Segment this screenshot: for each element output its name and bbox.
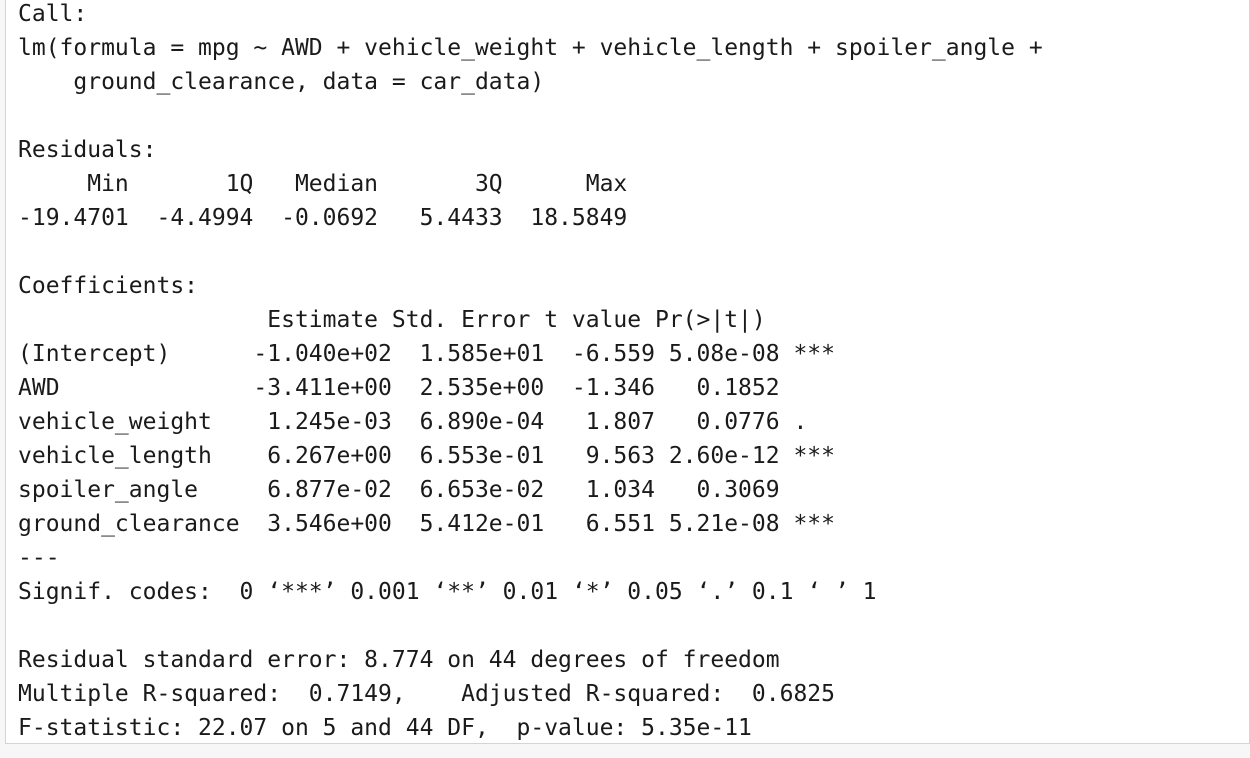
- coefficients-header: Coefficients:: [18, 273, 199, 299]
- coefficients-column-headers: Estimate Std. Error t value Pr(>|t|): [18, 307, 822, 333]
- call-formula-line-1: lm(formula = mpg ~ AWD + vehicle_weight …: [18, 35, 1057, 61]
- call-header: Call:: [18, 1, 88, 27]
- regression-summary-output: Call: lm(formula = mpg ~ AWD + vehicle_we…: [18, 0, 1057, 743]
- coefficient-row-spoiler-angle: spoiler_angle 6.877e-02 6.653e-02 1.034 …: [18, 477, 835, 503]
- r-squared-line: Multiple R-squared: 0.7149, Adjusted R-s…: [18, 681, 849, 707]
- coefficient-row-intercept: (Intercept) -1.040e+02 1.585e+01 -6.559 …: [18, 341, 835, 367]
- residuals-column-headers: Min 1Q Median 3Q Max: [18, 171, 642, 197]
- coefficient-row-ground-clearance: ground_clearance 3.546e+00 5.412e-01 6.5…: [18, 511, 835, 537]
- residuals-values: -19.4701 -4.4994 -0.0692 5.4433 18.5849: [18, 205, 642, 231]
- separator-line: ---: [18, 545, 60, 571]
- coefficient-row-vehicle-length: vehicle_length 6.267e+00 6.553e-01 9.563…: [18, 443, 835, 469]
- f-statistic-line: F-statistic: 22.07 on 5 and 44 DF, p-val…: [18, 715, 752, 741]
- residuals-header: Residuals:: [18, 137, 157, 163]
- coefficient-row-awd: AWD -3.411e+00 2.535e+00 -1.346 0.1852: [18, 375, 835, 401]
- signif-codes-line: Signif. codes: 0 ‘***’ 0.001 ‘**’ 0.01 ‘…: [18, 579, 877, 605]
- call-formula-line-2: ground_clearance, data = car_data): [18, 69, 545, 95]
- coefficient-row-vehicle-weight: vehicle_weight 1.245e-03 6.890e-04 1.807…: [18, 409, 835, 435]
- residual-standard-error-line: Residual standard error: 8.774 on 44 deg…: [18, 647, 780, 673]
- console-output-panel[interactable]: Call: lm(formula = mpg ~ AWD + vehicle_we…: [5, 0, 1250, 744]
